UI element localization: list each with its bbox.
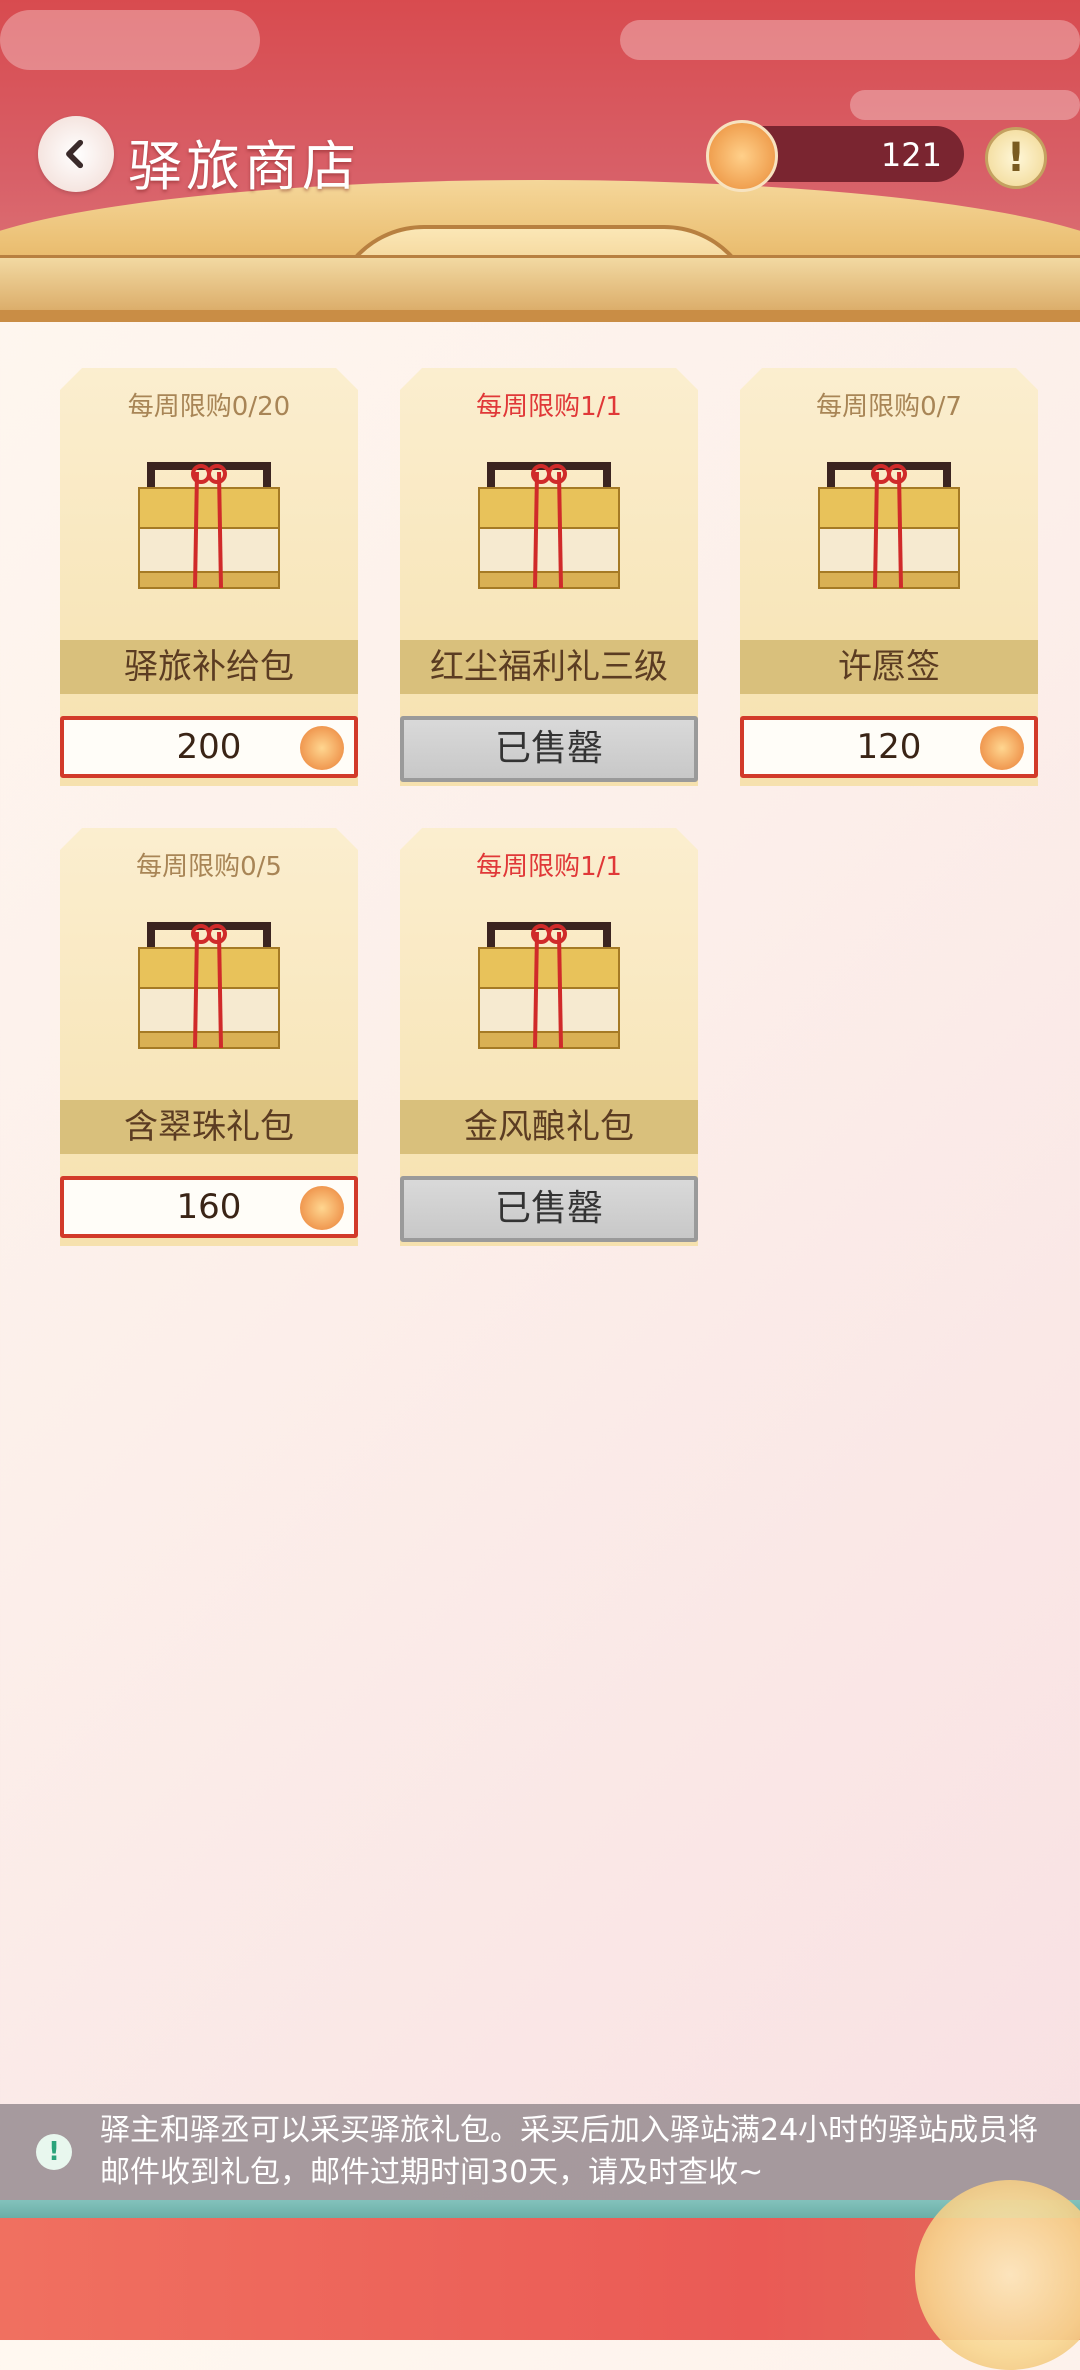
gift-box-icon bbox=[477, 918, 621, 1058]
info-icon: ! bbox=[36, 2134, 72, 2170]
cloud-decoration bbox=[0, 10, 260, 70]
chevron-left-icon bbox=[66, 139, 84, 169]
gift-box-icon bbox=[137, 918, 281, 1058]
buy-button[interactable]: 160 bbox=[60, 1176, 358, 1238]
roof-band-decoration bbox=[0, 255, 1080, 313]
item-name: 驿旅补给包 bbox=[60, 640, 358, 694]
cloud-decoration bbox=[850, 90, 1080, 120]
price-value: 120 bbox=[856, 727, 922, 767]
item-name: 含翠珠礼包 bbox=[60, 1100, 358, 1154]
shop-item-card[interactable]: 每周限购0/20 驿旅补给包 200 bbox=[60, 368, 358, 786]
sold-out-button: 已售罄 bbox=[400, 1176, 698, 1242]
currency-value: 121 bbox=[880, 136, 942, 174]
item-name: 许愿签 bbox=[740, 640, 1038, 694]
shop-item-card[interactable]: 每周限购0/5 含翠珠礼包 160 bbox=[60, 828, 358, 1246]
cloud-decoration bbox=[620, 20, 1080, 60]
back-button[interactable] bbox=[38, 116, 114, 192]
header-bottom-edge bbox=[0, 310, 1080, 322]
buy-button[interactable]: 120 bbox=[740, 716, 1038, 778]
price-value: 160 bbox=[176, 1187, 242, 1227]
shop-item-card[interactable]: 每周限购1/1 金风酿礼包已售罄 bbox=[400, 828, 698, 1246]
flower-basket-icon bbox=[300, 726, 344, 770]
shop-item-card[interactable]: 每周限购0/7 许愿签 120 bbox=[740, 368, 1038, 786]
purchase-limit: 每周限购0/5 bbox=[136, 852, 282, 882]
item-name: 红尘福利礼三级 bbox=[400, 640, 698, 694]
notice-text: 驿主和驿丞可以采买驿旅礼包。采买后加入驿站满24小时的驿站成员将邮件收到礼包，邮… bbox=[100, 2113, 1039, 2190]
help-button[interactable]: ! bbox=[985, 127, 1047, 189]
gift-box-icon bbox=[817, 458, 961, 598]
purchase-limit: 每周限购1/1 bbox=[476, 392, 622, 422]
purchase-limit: 每周限购0/20 bbox=[127, 392, 291, 422]
buy-button[interactable]: 200 bbox=[60, 716, 358, 778]
purchase-limit: 每周限购1/1 bbox=[476, 852, 622, 882]
notice-bar: ! 驿主和驿丞可以采买驿旅礼包。采买后加入驿站满24小时的驿站成员将邮件收到礼包… bbox=[0, 2104, 1080, 2200]
purchase-limit: 每周限购0/7 bbox=[816, 392, 962, 422]
flower-basket-icon bbox=[706, 120, 778, 192]
item-name: 金风酿礼包 bbox=[400, 1100, 698, 1154]
page-title: 驿旅商店 bbox=[128, 135, 360, 198]
gift-box-icon bbox=[477, 458, 621, 598]
flower-basket-icon bbox=[980, 726, 1024, 770]
flower-basket-icon bbox=[300, 1186, 344, 1230]
gift-box-icon bbox=[137, 458, 281, 598]
shop-item-card[interactable]: 每周限购1/1 红尘福利礼三级已售罄 bbox=[400, 368, 698, 786]
price-value: 200 bbox=[176, 727, 242, 767]
footer-band bbox=[0, 2200, 1080, 2218]
currency-display: 121 bbox=[706, 120, 964, 192]
sold-out-button: 已售罄 bbox=[400, 716, 698, 782]
header: 驿旅商店 121 ! bbox=[0, 0, 1080, 322]
